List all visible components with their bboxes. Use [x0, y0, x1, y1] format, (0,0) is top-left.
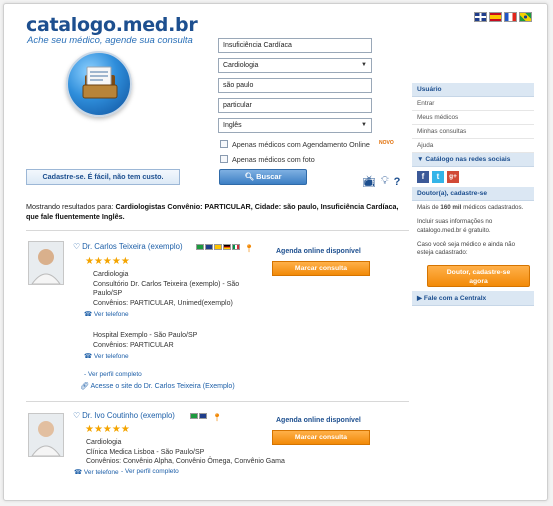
search-button-label: Buscar [256, 172, 282, 181]
twitter-icon[interactable]: t [432, 171, 444, 183]
doctor-hospital-1: Hospital Exemplo - São Paulo/SP [93, 332, 198, 339]
doctor-insurance-1: Convênios: PARTICULAR, Unimed(exemplo) [93, 299, 233, 307]
with-photo-label: Apenas médicos com foto [232, 155, 315, 164]
link-icon: 🔗︎ [80, 383, 89, 390]
agenda-available-2: Agenda online disponível [276, 417, 361, 424]
sidebar-item-my-appointments[interactable]: Minhas consultas [412, 125, 534, 139]
phone-icon: ☎ [74, 469, 83, 476]
doctor-insurance-2: Convênios: Convênio Alpha, Convênio Ômeg… [86, 458, 285, 465]
sidebar-item-help[interactable]: Ajuda [412, 139, 534, 153]
doctor-office-1: Consultório Dr. Carlos Teixeira (exemplo… [93, 280, 240, 297]
sidebar-contact-link[interactable]: ▶ Fale com a Centralx [412, 290, 534, 306]
lightbulb-icon[interactable]: 💡︎ [381, 175, 389, 188]
profile-link-2[interactable]: - Ver perfil completo [121, 468, 179, 475]
flag-spanish-icon [214, 244, 222, 250]
book-appointment-button-1[interactable]: Marcar consulta [272, 261, 370, 276]
with-photo-checkbox[interactable] [220, 155, 228, 163]
flag-english-icon [199, 413, 207, 419]
location-pin-icon: 📍︎ [244, 244, 255, 253]
flag-french-icon[interactable] [504, 12, 517, 22]
site-tagline: Ache seu médico, agende sua consulta [27, 35, 193, 46]
tv-icon[interactable]: 📺︎ [362, 175, 376, 188]
sidebar: Usuário Entrar Meus médicos Minhas consu… [412, 83, 534, 333]
quick-icons: 📺︎ 💡︎ ? [362, 175, 400, 188]
new-badge: NOVO [379, 140, 394, 146]
doctor-languages-1: 📍︎ [196, 244, 254, 253]
profile-link-1[interactable]: - Ver perfil completo [84, 371, 142, 378]
facebook-icon[interactable]: f [417, 171, 429, 183]
location-pin-icon: 📍︎ [212, 413, 223, 422]
sidebar-social-header[interactable]: ▼ Catálogo nas redes sociais [412, 153, 534, 167]
page-frame: catalogo.med.br Ache seu médico, agende … [3, 3, 548, 501]
sidebar-item-login[interactable]: Entrar [412, 97, 534, 111]
specialty-select[interactable]: Cardiologia [218, 58, 372, 73]
results-summary: Mostrando resultados para: Cardiologista… [26, 202, 399, 221]
doctor-count-text: Mais de 160 mil médicos cadastrados. [417, 204, 524, 211]
specialty-search-input[interactable]: Insuficiência Cardíaca [218, 38, 372, 53]
sidebar-item-my-doctors[interactable]: Meus médicos [412, 111, 534, 125]
language-flags [474, 12, 532, 22]
website-link-1[interactable]: 🔗︎ Acesse o site do Dr. Carlos Teixeira … [80, 382, 235, 390]
doctor-register-text: Caso você seja médico e ainda não esteja… [417, 241, 516, 257]
see-phone-link-1[interactable]: ☎ Ver telefone [84, 310, 129, 318]
rating-stars-1: ★★★★★ [85, 256, 130, 267]
sidebar-user-header: Usuário [412, 83, 534, 97]
flag-english-icon[interactable] [474, 12, 487, 22]
search-button[interactable]: 🔍︎ Buscar [219, 169, 307, 185]
flag-brazil-icon[interactable] [519, 12, 532, 22]
doctor-free-text: Incluir suas informações no catalogo.med… [417, 218, 493, 234]
results-divider-2 [26, 401, 409, 402]
doctor-hospital-insurance-1: Convênios: PARTICULAR [93, 341, 174, 349]
doctor-photo-2[interactable] [28, 413, 64, 457]
doctor-register-button[interactable]: Doutor, cadastre-se agora [427, 264, 530, 287]
register-button[interactable]: Cadastre-se. É fácil, não tem custo. [26, 169, 180, 185]
phone-icon: ☎ [84, 353, 93, 360]
see-phone-link-2[interactable]: ☎ Ver telefone [84, 352, 129, 360]
flag-german-icon [223, 244, 231, 250]
google-plus-icon[interactable]: g+ [447, 171, 459, 183]
flag-italy-icon [232, 244, 240, 250]
doctor-photo-1[interactable] [28, 241, 64, 285]
rating-stars-2: ★★★★★ [85, 424, 130, 435]
online-booking-checkbox[interactable] [220, 140, 228, 148]
flag-brazil-icon [196, 244, 204, 250]
flag-brazil-icon [190, 413, 198, 419]
help-icon[interactable]: ? [394, 176, 401, 188]
sidebar-doctor-header: Doutor(a), cadastre-se [412, 187, 534, 201]
catalog-logo-icon [66, 51, 132, 117]
doctor-languages-2: 📍︎ [190, 413, 222, 422]
social-links: f t g+ [412, 167, 534, 187]
phone-icon: ☎ [84, 311, 93, 318]
search-icon: 🔍︎ [244, 172, 254, 181]
insurance-input[interactable]: particular [218, 98, 372, 113]
favorite-icon[interactable]: ♡ [73, 242, 80, 251]
flag-spanish-icon[interactable] [489, 12, 502, 22]
favorite-icon[interactable]: ♡ [73, 411, 80, 420]
see-phone-link-3[interactable]: ☎ Ver telefone [74, 468, 119, 476]
doctor-name-1[interactable]: ♡ Dr. Carlos Teixeira (exemplo) [73, 242, 183, 251]
results-divider [26, 230, 409, 231]
doctor-name-2[interactable]: ♡ Dr. Ivo Coutinho (exemplo) [73, 411, 175, 420]
agenda-available-1: Agenda online disponível [276, 248, 361, 255]
online-booking-label: Apenas médicos com Agendamento Online [232, 140, 370, 149]
book-appointment-button-2[interactable]: Marcar consulta [272, 430, 370, 445]
doctor-specialty-1: Cardiologia [93, 271, 129, 278]
flag-english-icon [205, 244, 213, 250]
doctor-specialty-2: Cardiologia [86, 439, 122, 446]
site-logo[interactable]: catalogo.med.br [26, 14, 198, 36]
language-select[interactable]: Inglês [218, 118, 372, 133]
doctor-office-2: Clínica Medica Lisboa - São Paulo/SP [86, 448, 205, 456]
city-input[interactable]: são paulo [218, 78, 372, 93]
